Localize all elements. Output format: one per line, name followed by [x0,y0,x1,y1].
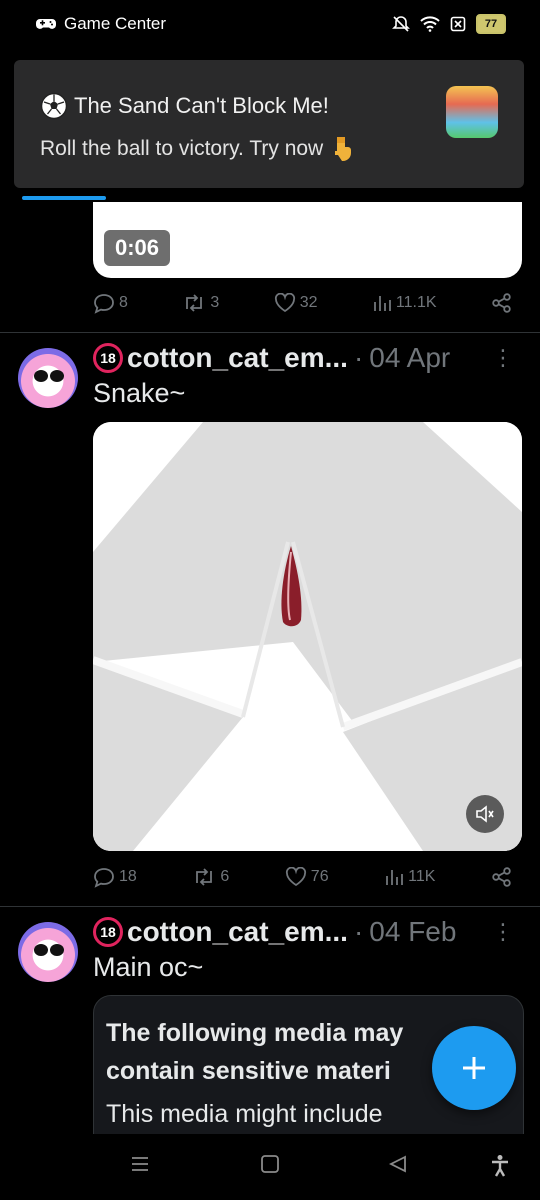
gamepad-icon [36,19,56,29]
repost-icon [196,868,213,886]
wifi-icon [420,16,440,32]
share-icon [492,867,511,887]
video-duration-badge: 0:06 [104,230,170,266]
reply-icon [94,294,114,314]
adult-content-badge: 18 [93,917,123,947]
video-progress-bar [22,196,106,200]
banner-subtitle: Roll the ball to victory. Try now [40,137,324,160]
repost-icon [186,294,203,312]
post-header: 18 cotton_cat_em... · 04 Apr [93,342,450,374]
menu-lines-icon [132,1157,148,1171]
sensitive-warning-body: This media might include [106,1100,383,1128]
views-button[interactable]: 11K [384,867,435,887]
repost-count: 3 [210,294,220,311]
back-button[interactable] [388,1154,408,1179]
post-divider [0,332,540,333]
mute-bell-icon [392,16,410,32]
system-nav-bar [0,1134,540,1200]
heart-icon [285,867,306,887]
repost-count: 6 [220,868,230,885]
accessibility-person-icon [492,1155,508,1177]
views-chart-icon [374,296,391,311]
game-notification-banner[interactable]: The Sand Can't Block Me! Roll the ball t… [14,60,524,188]
compose-button[interactable] [432,1026,516,1110]
post-text: Snake~ [93,378,186,408]
plus-icon [463,1057,485,1079]
soccer-ball-icon [40,92,68,120]
like-count: 76 [310,868,329,885]
post-actions: 18 6 76 11K [93,866,513,888]
post-divider [0,906,540,907]
mute-toggle-button[interactable] [466,795,504,833]
pointing-down-hand-icon [335,137,352,161]
sim-icon [450,16,466,32]
video-frame-illustration [93,422,522,851]
avatar[interactable] [18,348,78,408]
views-button[interactable]: 11.1K [372,293,437,313]
sensitive-warning-title: The following media may contain sensitiv… [106,1019,404,1085]
reply-icon [94,868,114,888]
home-button[interactable] [260,1154,280,1179]
post-text: Main oc~ [93,952,204,982]
username[interactable]: cotton_cat_em... [127,342,348,374]
accessibility-button[interactable] [490,1154,510,1183]
prev-post-actions: 8 3 32 11.1K [93,292,513,314]
like-button[interactable]: 32 [274,293,318,313]
square-icon [261,1155,279,1173]
triangle-back-icon [388,1155,406,1173]
battery-indicator: 77 [476,14,506,34]
share-icon [492,293,511,313]
more-options-icon[interactable]: ⋮ [492,345,514,371]
more-options-icon[interactable]: ⋮ [492,919,514,945]
repost-button[interactable]: 3 [182,292,219,314]
views-count: 11.1K [395,294,437,311]
username[interactable]: cotton_cat_em... [127,916,348,948]
repost-button[interactable]: 6 [192,866,229,888]
post-video[interactable] [93,422,522,851]
adult-content-badge: 18 [93,343,123,373]
views-chart-icon [386,870,404,885]
game-app-icon [446,86,498,138]
post-date[interactable]: 04 Feb [369,916,456,948]
like-count: 32 [299,294,318,311]
reply-count: 18 [119,868,137,885]
share-button[interactable] [491,292,513,314]
recent-apps-button[interactable] [130,1154,150,1179]
post-date[interactable]: 04 Apr [369,342,450,374]
avatar[interactable] [18,922,78,982]
status-bar: Game Center 77 [0,0,540,48]
speaker-muted-icon [476,805,494,823]
views-count: 11K [408,868,436,885]
reply-button[interactable]: 18 [93,866,137,888]
reply-button[interactable]: 8 [93,292,128,314]
app-name: Game Center [64,14,167,33]
like-button[interactable]: 76 [285,867,329,887]
reply-count: 8 [119,294,128,311]
post-header: 18 cotton_cat_em... · 04 Feb [93,916,456,948]
share-button[interactable] [491,866,513,888]
banner-title: The Sand Can't Block Me! [74,93,329,118]
heart-icon [274,293,295,313]
